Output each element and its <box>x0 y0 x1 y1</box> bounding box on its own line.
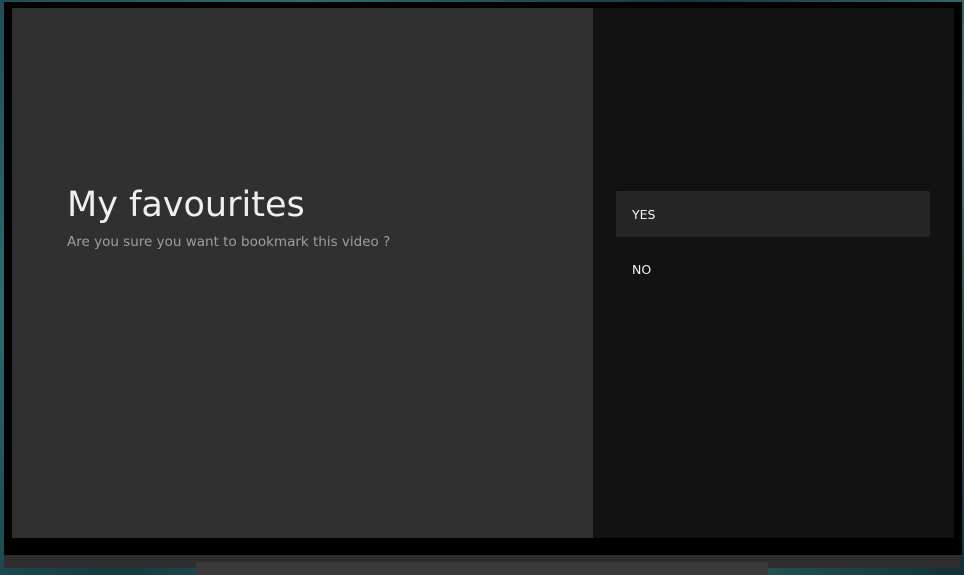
bottom-bar <box>196 562 768 575</box>
guidance-panel: My favourites Are you sure you want to b… <box>12 8 593 538</box>
yes-button[interactable]: YES <box>616 191 930 237</box>
no-button[interactable]: NO <box>616 246 930 292</box>
dialog-title: My favourites <box>67 185 305 225</box>
bookmark-confirmation-dialog: My favourites Are you sure you want to b… <box>12 8 954 538</box>
actions-panel: YES NO <box>593 8 954 538</box>
dialog-description: Are you sure you want to bookmark this v… <box>67 234 391 250</box>
